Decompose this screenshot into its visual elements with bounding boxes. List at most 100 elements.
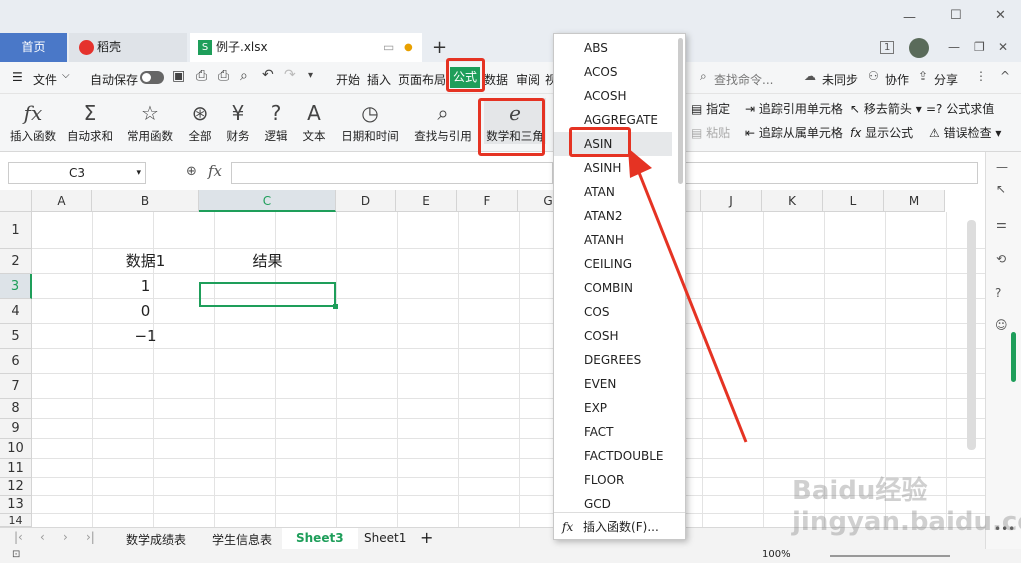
collab-button[interactable]: 协作: [885, 71, 909, 88]
row-header-14[interactable]: 14: [0, 514, 32, 527]
export-icon[interactable]: ⎙: [196, 68, 207, 84]
preview-icon[interactable]: ⌕: [240, 68, 248, 84]
sheet-tab-sheet3[interactable]: Sheet3: [282, 528, 358, 549]
unsynced-label[interactable]: 未同步: [822, 71, 858, 88]
menu-file[interactable]: 文件: [33, 71, 57, 88]
col-header-d[interactable]: D: [336, 190, 396, 212]
row-header-2[interactable]: 2: [0, 249, 32, 274]
tab-docer[interactable]: 稻壳: [69, 33, 187, 62]
selected-cell-c3[interactable]: [199, 282, 338, 309]
col-header-e[interactable]: E: [396, 190, 457, 212]
close-window-icon[interactable]: ✕: [998, 33, 1008, 62]
function-item-abs[interactable]: ABS: [554, 36, 672, 60]
row-header-5[interactable]: 5: [0, 324, 32, 349]
text-button[interactable]: A 文本: [296, 98, 332, 144]
lookup-button[interactable]: ⌕ 查找与引用: [408, 98, 478, 144]
share-button[interactable]: 分享: [934, 71, 958, 88]
close-button[interactable]: ✕: [995, 8, 1006, 23]
robot-icon[interactable]: ☺: [995, 318, 1008, 332]
row-header-12[interactable]: 12: [0, 478, 32, 496]
first-sheet-icon[interactable]: |‹: [14, 530, 23, 544]
cell-c2[interactable]: 结果: [199, 249, 336, 274]
cell-b3[interactable]: 1: [92, 274, 199, 299]
avatar[interactable]: [909, 38, 929, 58]
col-header-a[interactable]: A: [32, 190, 92, 212]
col-header-b[interactable]: B: [92, 190, 199, 212]
menu-page-layout[interactable]: 页面布局: [398, 71, 446, 88]
col-header-f[interactable]: F: [457, 190, 518, 212]
minimize-button[interactable]: —: [903, 10, 916, 25]
more-options-icon[interactable]: ⋮: [975, 69, 987, 83]
row-header-4[interactable]: 4: [0, 299, 32, 324]
menu-data[interactable]: 数据: [484, 71, 508, 88]
undo-icon[interactable]: ↶: [262, 67, 274, 83]
finance-button[interactable]: ¥ 财务: [220, 98, 256, 144]
col-header-k[interactable]: K: [762, 190, 823, 212]
minus-icon[interactable]: —: [996, 160, 1008, 174]
error-check-button[interactable]: ⚠ 错误检查 ▾: [929, 124, 1001, 141]
hamburger-icon[interactable]: ☰: [12, 70, 23, 84]
last-sheet-icon[interactable]: ›|: [86, 530, 95, 544]
evaluate-formula-button[interactable]: =? 公式求值: [926, 100, 994, 117]
cell-b2[interactable]: 数据1: [92, 249, 199, 274]
menu-start[interactable]: 开始: [336, 71, 360, 88]
restore-window-icon[interactable]: ❐: [974, 33, 985, 62]
collapse-icon[interactable]: ^: [1000, 69, 1010, 83]
all-functions-button[interactable]: ⊛ 全部: [182, 98, 218, 144]
function-item-acosh[interactable]: ACOSH: [554, 84, 672, 108]
autosum-button[interactable]: Σ 自动求和: [62, 98, 118, 144]
vertical-scrollbar[interactable]: [967, 220, 976, 450]
add-tab-button[interactable]: +: [432, 33, 447, 62]
zoom-slider[interactable]: [830, 555, 950, 557]
insert-function-button[interactable]: fx 插入函数: [6, 98, 60, 144]
col-header-l[interactable]: L: [823, 190, 884, 212]
common-functions-button[interactable]: ☆ 常用函数: [122, 98, 178, 144]
trace-precedents-button[interactable]: ⇥ 追踪引用单元格: [745, 100, 843, 117]
next-sheet-icon[interactable]: ›: [63, 530, 68, 544]
zoom-level[interactable]: 100%: [762, 549, 791, 560]
logic-button[interactable]: ? 逻辑: [258, 98, 294, 144]
add-sheet-icon[interactable]: +: [420, 528, 433, 547]
row-header-13[interactable]: 13: [0, 496, 32, 514]
col-header-m[interactable]: M: [884, 190, 945, 212]
help-icon[interactable]: ?: [995, 286, 1001, 300]
cell-b4[interactable]: 0: [92, 299, 199, 324]
row-header-6[interactable]: 6: [0, 349, 32, 374]
sheet-tab-students[interactable]: 学生信息表: [212, 531, 272, 548]
row-header-3[interactable]: 3: [0, 274, 32, 299]
autosave-toggle[interactable]: [140, 71, 164, 84]
row-header-10[interactable]: 10: [0, 439, 32, 459]
specify-button[interactable]: ▤ 指定: [691, 100, 730, 117]
zoom-icon[interactable]: ⊕: [186, 164, 197, 179]
tab-file[interactable]: S 例子.xlsx ▭ ●: [190, 33, 422, 62]
print-icon[interactable]: ⎙: [218, 68, 229, 84]
save-icon[interactable]: ▣: [172, 68, 185, 84]
function-item-acos[interactable]: ACOS: [554, 60, 672, 84]
show-formula-button[interactable]: fx 显示公式: [850, 124, 913, 141]
prev-sheet-icon[interactable]: ‹: [40, 530, 45, 544]
cursor-icon[interactable]: ↖: [996, 182, 1006, 196]
fx-input-icon[interactable]: fx: [208, 162, 222, 180]
more-icon[interactable]: ▾: [308, 70, 313, 81]
menu-insert[interactable]: 插入: [367, 71, 391, 88]
insert-function-menu-item[interactable]: fx 插入函数(F)...: [554, 512, 685, 540]
redo-icon[interactable]: ↷: [284, 67, 296, 83]
sheet-tab-sheet1[interactable]: Sheet1: [364, 531, 406, 545]
menu-review[interactable]: 审阅: [516, 71, 540, 88]
settings-sliders-icon[interactable]: ⚌: [996, 217, 1007, 231]
select-all-corner[interactable]: [0, 190, 32, 212]
sheet-tab-math[interactable]: 数学成绩表: [126, 531, 186, 548]
col-header-c[interactable]: C: [199, 190, 336, 212]
remove-arrows-button[interactable]: ↖ 移去箭头 ▾: [850, 100, 922, 117]
cell-b5[interactable]: −1: [92, 324, 199, 349]
formula-input[interactable]: [231, 162, 553, 184]
trace-dependents-button[interactable]: ⇤ 追踪从属单元格: [745, 124, 843, 141]
tab-home[interactable]: 首页: [0, 33, 67, 62]
minimize-window-icon[interactable]: —: [948, 33, 960, 62]
restore-button[interactable]: ☐: [950, 8, 962, 23]
paste-button[interactable]: ▤ 粘贴: [691, 124, 730, 141]
row-header-9[interactable]: 9: [0, 419, 32, 439]
screen-icon[interactable]: ▭: [383, 33, 394, 62]
row-header-1[interactable]: 1: [0, 212, 32, 249]
search-command[interactable]: 查找命令...: [714, 71, 773, 88]
